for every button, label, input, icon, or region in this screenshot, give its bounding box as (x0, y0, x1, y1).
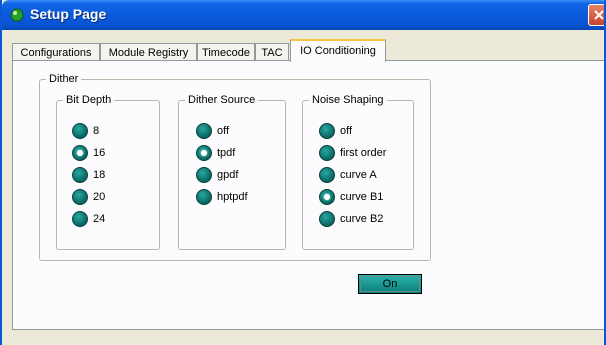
radio-label: 8 (93, 125, 100, 137)
tab-timecode[interactable]: Timecode (197, 43, 255, 61)
noise-shaping-group: Noise Shaping off first order curve A cu… (302, 93, 414, 250)
tab-configurations[interactable]: Configurations (12, 43, 100, 61)
dither-source-group: Dither Source off tpdf gpdf hptpdf (178, 93, 286, 250)
setup-window: Setup Page Configurations Module Registr… (0, 0, 606, 345)
noise-shaping-label: Noise Shaping (309, 93, 387, 107)
radio-icon (72, 167, 88, 183)
dither-label: Dither (46, 72, 82, 86)
dither-group: Dither Bit Depth 8 16 18 20 24 Dither So… (39, 72, 431, 294)
radio-label: curve B1 (340, 191, 384, 203)
radio-label: 24 (93, 213, 106, 225)
radio-selected-icon (196, 145, 212, 161)
radio-icon (196, 123, 212, 139)
close-icon (594, 10, 604, 20)
radio-icon (319, 145, 335, 161)
tab-module-registry[interactable]: Module Registry (100, 43, 197, 61)
radio-label: curve B2 (340, 213, 384, 225)
radio-icon (196, 167, 212, 183)
radio-label: off (217, 125, 230, 137)
radio-icon (319, 123, 335, 139)
radio-icon (72, 189, 88, 205)
radio-label: off (340, 125, 353, 137)
radio-label: tpdf (217, 147, 236, 159)
app-icon (10, 8, 24, 22)
radio-icon (196, 189, 212, 205)
close-button[interactable] (588, 4, 604, 26)
radio-label: first order (340, 147, 387, 159)
radio-label: hptpdf (217, 191, 248, 203)
bit-depth-group: Bit Depth 8 16 18 20 24 (56, 93, 160, 250)
radio-label: curve A (340, 169, 377, 181)
bit-depth-label: Bit Depth (63, 93, 115, 107)
window-bottom-strip (12, 330, 604, 345)
radio-icon (319, 167, 335, 183)
tab-tac[interactable]: TAC (255, 43, 289, 61)
radio-label: 18 (93, 169, 106, 181)
radio-icon (319, 211, 335, 227)
tab-io-conditioning[interactable]: IO Conditioning (290, 39, 386, 62)
radio-selected-icon (319, 189, 335, 205)
radio-icon (72, 123, 88, 139)
window-title: Setup Page (30, 6, 107, 22)
radio-icon (72, 211, 88, 227)
dither-source-label: Dither Source (185, 93, 259, 107)
radio-selected-icon (72, 145, 88, 161)
radio-label: 16 (93, 147, 106, 159)
radio-label: 20 (93, 191, 106, 203)
io-conditioning-panel: Dither Bit Depth 8 16 18 20 24 Dither So… (12, 60, 604, 330)
radio-label: gpdf (217, 169, 239, 181)
title-bar[interactable]: Setup Page (2, 0, 604, 30)
dither-on-button[interactable]: On (358, 274, 422, 294)
